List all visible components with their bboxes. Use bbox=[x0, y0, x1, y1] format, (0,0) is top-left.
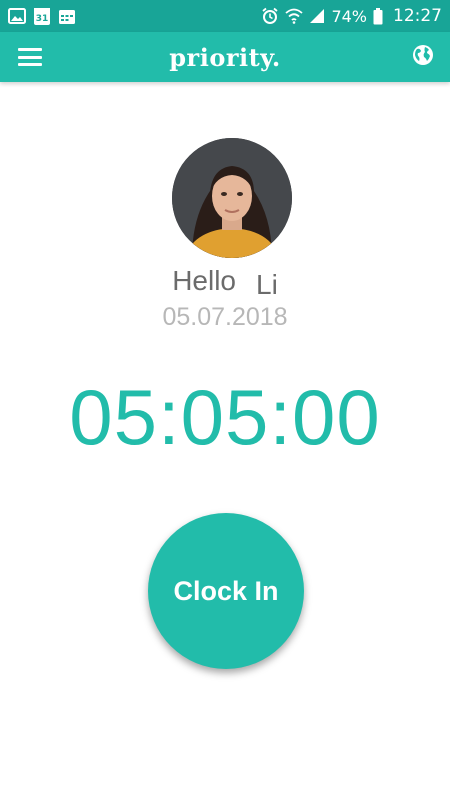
calendar-grid-icon bbox=[58, 8, 76, 25]
status-time: 12:27 bbox=[393, 6, 442, 26]
user-name: Li bbox=[256, 269, 278, 300]
greeting-hello: Hello bbox=[172, 265, 236, 296]
status-right-icons: 74% 12:27 bbox=[261, 6, 442, 26]
hamburger-menu-icon[interactable] bbox=[18, 48, 42, 66]
app-bar: priority. bbox=[0, 32, 450, 82]
status-left-icons: 31 bbox=[8, 7, 76, 25]
gallery-icon bbox=[8, 8, 26, 24]
avatar-portrait-icon bbox=[172, 138, 292, 258]
wifi-icon bbox=[285, 8, 304, 24]
status-bar: 31 74% 12:27 bbox=[0, 0, 450, 32]
globe-icon[interactable] bbox=[412, 44, 434, 70]
alarm-icon bbox=[261, 7, 279, 25]
brand-logo: priority. bbox=[169, 42, 281, 72]
user-avatar bbox=[172, 138, 292, 258]
battery-icon bbox=[373, 7, 383, 25]
current-date: 05.07.2018 bbox=[162, 303, 288, 331]
signal-icon bbox=[309, 8, 325, 24]
clock-in-button[interactable]: Clock In bbox=[148, 513, 304, 669]
battery-percent: 74% bbox=[331, 6, 367, 26]
greeting: Hello Li bbox=[0, 265, 450, 300]
calendar-icon: 31 bbox=[34, 7, 50, 25]
work-timer: 05:05:00 bbox=[69, 373, 381, 461]
calendar-day: 31 bbox=[35, 13, 49, 24]
